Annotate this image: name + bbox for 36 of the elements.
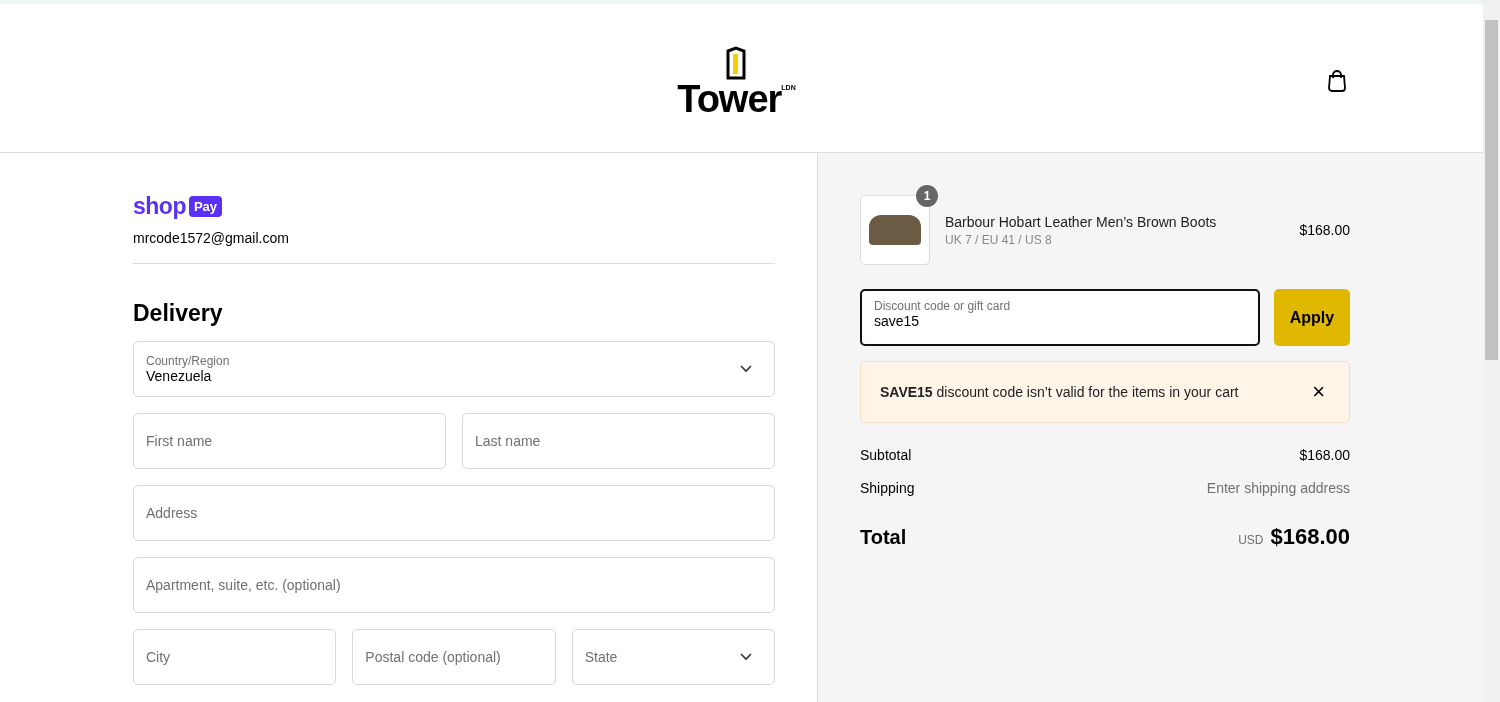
input-field[interactable]: First name <box>133 413 446 469</box>
summary-label: Shipping <box>860 480 915 496</box>
apply-button[interactable]: Apply <box>1274 289 1350 346</box>
field-label: Country/Region <box>146 354 230 368</box>
shop-pay-wordmark: shop <box>133 193 186 220</box>
account-email: mrcode1572@gmail.com <box>133 230 775 264</box>
quantity-badge: 1 <box>916 185 938 207</box>
select-field[interactable]: Country/Region Venezuela <box>133 341 775 397</box>
product-price: $168.00 <box>1299 222 1350 238</box>
discount-field[interactable]: Discount code or gift card save15 <box>860 289 1260 346</box>
chevron-down-icon <box>740 365 752 373</box>
field-placeholder: State <box>584 649 618 665</box>
error-message: SAVE15 discount code isn’t valid for the items in your cart <box>880 384 1239 400</box>
total-label: Total <box>860 526 907 549</box>
logo-wordmark[interactable]: Tower <box>677 80 782 118</box>
input-field[interactable]: Last name <box>462 413 775 469</box>
shopping-bag-icon[interactable] <box>1327 70 1347 92</box>
summary-value: Enter shipping address <box>1206 480 1350 496</box>
currency-code: USD <box>1238 533 1264 547</box>
product-variant: UK 7 / EU 41 / US 8 <box>945 232 1053 247</box>
product-name: Barbour Hobart Leather Men’s Brown Boots <box>945 213 1218 230</box>
select-field[interactable]: State <box>571 629 775 685</box>
input-field[interactable]: Address <box>133 485 775 541</box>
field-value: Venezuela <box>146 368 213 384</box>
summary-value: $168.00 <box>1299 447 1350 463</box>
tower-logo-icon <box>725 46 748 80</box>
scrollbar[interactable] <box>1483 0 1500 702</box>
input-field[interactable]: Postal code (optional) <box>352 629 556 685</box>
input-field[interactable]: Apartment, suite, etc. (optional) <box>133 557 775 613</box>
total-amount: $168.00 <box>1270 524 1350 550</box>
shop-pay-badge: Pay <box>188 196 223 217</box>
close-button[interactable]: × <box>1312 381 1325 403</box>
chevron-down-icon <box>740 653 752 661</box>
summary-label: Subtotal <box>860 447 912 463</box>
input-field[interactable]: City <box>133 629 337 685</box>
section-heading: Delivery <box>133 300 224 327</box>
